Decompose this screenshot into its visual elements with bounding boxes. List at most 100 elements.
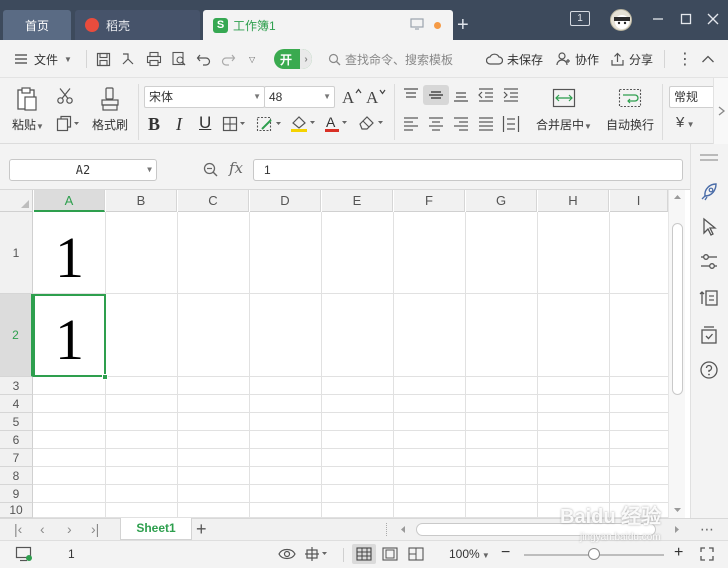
sliders-icon[interactable] — [698, 251, 720, 273]
collaborate-button[interactable]: 协作 — [556, 40, 599, 78]
help-icon[interactable] — [698, 359, 720, 381]
close-icon[interactable] — [707, 13, 719, 25]
customize-quick-access-icon[interactable]: ▽ — [249, 40, 255, 78]
avatar[interactable] — [610, 9, 632, 31]
share-button[interactable]: 分享 — [610, 40, 653, 78]
ribbon-scroll-right[interactable] — [713, 78, 728, 144]
zoom-level[interactable]: 100% ▼ — [449, 547, 490, 561]
paste-button[interactable]: 粘贴▼ — [12, 86, 44, 133]
justify-icon[interactable] — [477, 116, 495, 132]
decrease-indent-icon[interactable] — [477, 87, 495, 103]
sheet-tab-sheet1[interactable]: Sheet1 — [120, 518, 192, 540]
zoom-slider-knob[interactable] — [588, 548, 600, 560]
fullscreen-icon[interactable] — [700, 547, 714, 561]
column-header-i[interactable]: I — [610, 190, 668, 212]
cell-style-icon[interactable] — [256, 116, 286, 132]
borders-icon[interactable] — [222, 116, 250, 132]
save-icon[interactable] — [96, 40, 111, 78]
decrease-font-size-icon[interactable]: A — [366, 87, 386, 105]
minimize-icon[interactable] — [652, 12, 664, 26]
row-header-2[interactable]: 2 — [0, 294, 33, 377]
eye-protection-icon[interactable] — [278, 547, 296, 561]
name-box[interactable]: A2 ▼ — [9, 159, 157, 181]
column-header-e[interactable]: E — [322, 190, 393, 212]
row-header-5[interactable]: 5 — [0, 413, 33, 431]
more-options-icon[interactable]: ⋮ — [677, 40, 693, 78]
font-size-select[interactable]: 48 ▼ — [264, 86, 335, 108]
collapse-panel-icon[interactable] — [698, 153, 720, 163]
vertical-scrollbar-thumb[interactable] — [672, 223, 683, 395]
font-name-select[interactable]: 宋体 ▼ — [144, 86, 265, 108]
zoom-lens-icon[interactable] — [203, 162, 218, 177]
row-header-4[interactable]: 4 — [0, 395, 33, 413]
merge-center-button[interactable]: 合并居中▼ — [534, 88, 594, 133]
row-header-6[interactable]: 6 — [0, 431, 33, 449]
macro-record-icon[interactable] — [15, 546, 33, 562]
column-header-h[interactable]: H — [538, 190, 609, 212]
tab-workbook[interactable]: S 工作簿1 — [203, 10, 453, 40]
zoom-out-button[interactable]: − — [501, 544, 510, 562]
maximize-icon[interactable] — [680, 13, 692, 25]
page-break-preview-icon[interactable] — [408, 547, 424, 561]
copy-icon[interactable] — [56, 115, 80, 132]
column-header-f[interactable]: F — [394, 190, 465, 212]
cut-icon[interactable] — [56, 87, 74, 105]
row-header-3[interactable]: 3 — [0, 377, 33, 395]
last-sheet-icon[interactable]: ›| — [91, 521, 99, 537]
wrap-text-button[interactable]: 自动换行 — [602, 88, 658, 133]
italic-button[interactable]: I — [176, 114, 182, 135]
add-sheet-button[interactable]: + — [196, 519, 207, 539]
next-sheet-icon[interactable]: › — [67, 521, 72, 537]
align-top-icon[interactable] — [402, 87, 420, 103]
fill-handle[interactable] — [102, 374, 108, 380]
align-middle-icon[interactable] — [423, 85, 449, 105]
print-preview-icon[interactable] — [171, 40, 187, 78]
increase-font-size-icon[interactable]: A — [342, 87, 362, 105]
distributed-align-icon[interactable] — [502, 115, 520, 133]
cell-A1[interactable]: 1 — [34, 218, 105, 298]
normal-view-icon[interactable] — [352, 544, 376, 564]
feature-toggle[interactable]: 开 › — [274, 49, 312, 69]
transfer-icon[interactable] — [698, 287, 720, 309]
row-header-9[interactable]: 9 — [0, 485, 33, 503]
rocket-icon[interactable] — [698, 181, 720, 203]
redo-icon[interactable] — [221, 40, 236, 78]
increase-indent-icon[interactable] — [502, 87, 520, 103]
align-bottom-icon[interactable] — [452, 87, 470, 103]
align-center-icon[interactable] — [427, 116, 445, 132]
vertical-scrollbar[interactable] — [668, 190, 685, 518]
previous-sheet-icon[interactable]: ‹ — [40, 521, 45, 537]
tab-docer[interactable]: 稻壳 — [75, 10, 200, 40]
fill-color-icon[interactable] — [290, 114, 320, 132]
new-tab-button[interactable]: + — [457, 15, 469, 35]
bold-button[interactable]: B — [148, 114, 160, 135]
font-color-icon[interactable]: A — [324, 114, 352, 132]
window-count-badge[interactable]: 1 — [570, 11, 590, 26]
row-header-8[interactable]: 8 — [0, 467, 33, 485]
column-header-d[interactable]: D — [250, 190, 321, 212]
monitor-icon[interactable] — [410, 18, 424, 30]
print-icon[interactable] — [146, 40, 162, 78]
export-pdf-icon[interactable] — [120, 40, 136, 78]
formula-input[interactable]: 1 — [253, 159, 683, 181]
file-menu[interactable]: 文件 ▼ — [14, 40, 72, 78]
column-header-a[interactable]: A — [34, 190, 105, 212]
backup-icon[interactable] — [698, 324, 720, 346]
zoom-in-button[interactable]: + — [674, 544, 683, 562]
row-header-10[interactable]: 10 — [0, 503, 33, 518]
tab-home[interactable]: 首页 — [3, 10, 71, 40]
clear-format-icon[interactable] — [357, 114, 387, 132]
select-all-button[interactable] — [0, 190, 33, 212]
currency-format-button[interactable]: ¥ ▼ — [676, 114, 694, 131]
first-sheet-icon[interactable]: |‹ — [14, 521, 22, 537]
column-header-c[interactable]: C — [178, 190, 249, 212]
collapse-ribbon-icon[interactable] — [701, 40, 715, 78]
page-layout-icon[interactable] — [382, 547, 398, 561]
align-left-icon[interactable] — [402, 116, 420, 132]
column-header-b[interactable]: B — [106, 190, 177, 212]
row-header-1[interactable]: 1 — [0, 212, 33, 294]
pointer-icon[interactable] — [698, 216, 720, 238]
undo-icon[interactable] — [196, 40, 211, 78]
format-painter-button[interactable]: 格式刷 — [90, 86, 130, 133]
command-search[interactable]: 查找命令、搜索模板 — [328, 40, 453, 78]
